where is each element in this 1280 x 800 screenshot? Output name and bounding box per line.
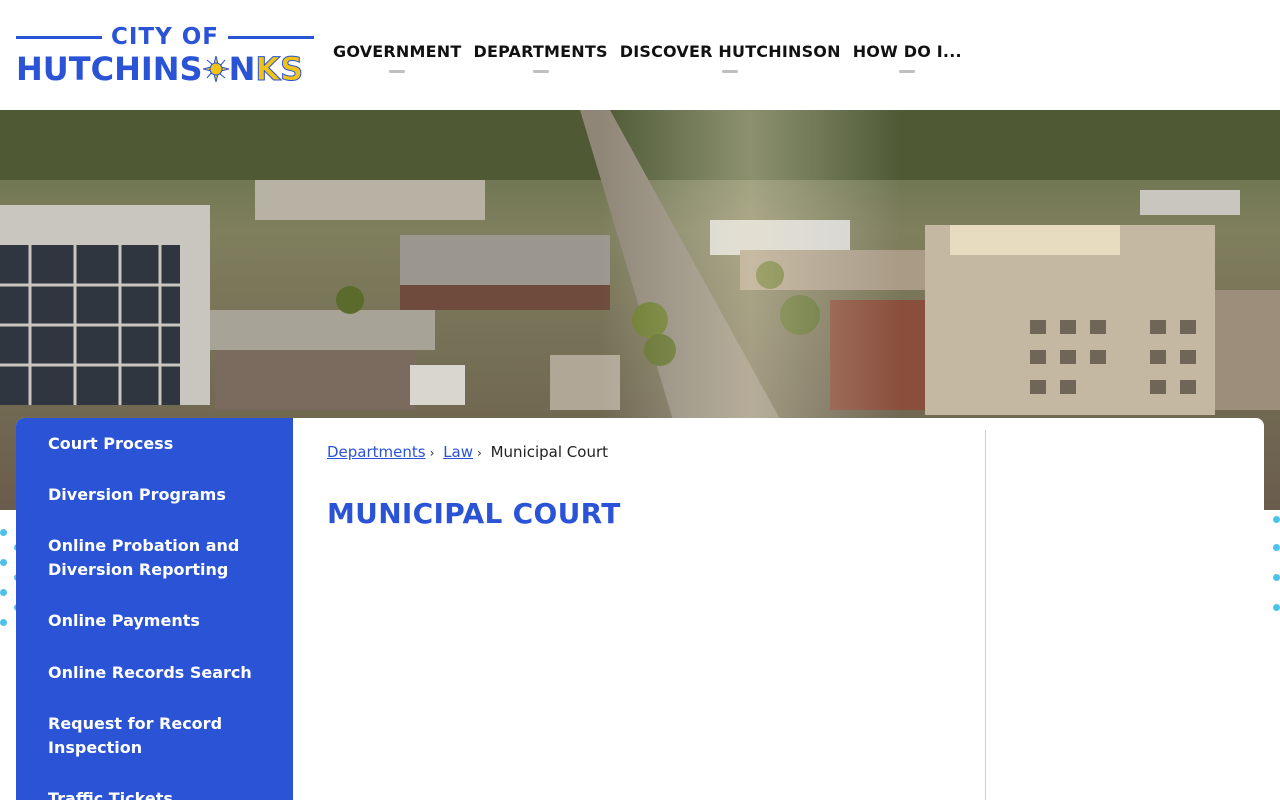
breadcrumb-link-law[interactable]: Law — [443, 443, 473, 461]
breadcrumb: Departments › Law › Municipal Court — [327, 443, 608, 461]
breadcrumb-separator: › — [477, 446, 482, 460]
page-title: MUNICIPAL COURT — [327, 497, 621, 530]
logo-name-main: HUTCHINS — [16, 50, 203, 88]
logo-wordmark: HUTCHINS NKS — [16, 50, 304, 89]
sidebar-item-online-probation[interactable]: Online Probation and Diversion Reporting — [48, 534, 268, 582]
nav-indicator — [389, 70, 406, 73]
main-nav: GOVERNMENT DEPARTMENTS DISCOVER HUTCHINS… — [333, 42, 974, 74]
sidebar-item-online-payments[interactable]: Online Payments — [48, 609, 268, 633]
sidebar-item-traffic-tickets[interactable]: Traffic Tickets — [48, 787, 268, 800]
nav-government-label: GOVERNMENT — [333, 42, 462, 61]
nav-how-do-i-label: HOW DO I... — [852, 42, 962, 61]
nav-indicator — [899, 70, 916, 73]
breadcrumb-separator: › — [429, 446, 435, 460]
logo-rule-left — [16, 36, 102, 39]
nav-departments-label: DEPARTMENTS — [473, 42, 608, 61]
logo-rule-right — [228, 36, 314, 39]
logo-name-end: N — [228, 50, 256, 88]
nav-indicator — [532, 70, 549, 73]
site-header: CITY OF HUTCHINS NKS GOVERNMENT DEPARTME… — [0, 0, 1280, 110]
nav-indicator — [722, 70, 739, 73]
logo-city-of: CITY OF — [110, 24, 220, 50]
nav-how-do-i[interactable]: HOW DO I... — [853, 42, 962, 74]
nav-departments[interactable]: DEPARTMENTS — [473, 42, 608, 74]
nav-discover-hutchinson[interactable]: DISCOVER HUTCHINSON — [620, 42, 841, 74]
sidebar-item-online-records-search[interactable]: Online Records Search — [48, 661, 268, 685]
breadcrumb-link-departments[interactable]: Departments — [327, 443, 426, 461]
sidebar-item-record-inspection[interactable]: Request for Record Inspection — [48, 712, 268, 760]
nav-government[interactable]: GOVERNMENT — [333, 42, 461, 74]
column-divider — [985, 430, 986, 800]
city-logo[interactable]: CITY OF HUTCHINS NKS — [16, 22, 316, 89]
sun-icon — [202, 56, 229, 82]
logo-state: KS — [255, 50, 304, 89]
breadcrumb-current: Municipal Court — [490, 443, 609, 461]
nav-discover-label: DISCOVER HUTCHINSON — [619, 42, 841, 61]
sidebar-item-diversion-programs[interactable]: Diversion Programs — [48, 483, 268, 507]
sidebar-item-court-process[interactable]: Court Process — [48, 432, 268, 456]
sidebar-nav: Court Process Diversion Programs Online … — [16, 418, 293, 800]
